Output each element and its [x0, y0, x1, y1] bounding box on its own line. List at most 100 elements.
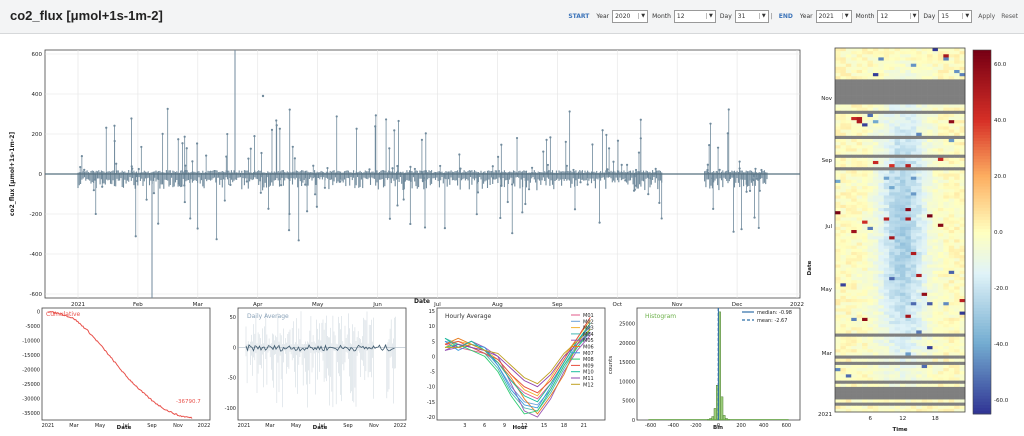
- heatmap-cell: [916, 236, 922, 240]
- heatmap-cell: [835, 211, 841, 215]
- main-data-point: [527, 188, 531, 191]
- heatmap-cell: [932, 349, 939, 353]
- start-month-select[interactable]: 12 ▼: [673, 9, 716, 23]
- heatmap-cell: [845, 223, 852, 228]
- heatmap-cell: [872, 51, 879, 55]
- heatmap-cell: [835, 380, 841, 385]
- heatmap-cell: [840, 179, 847, 184]
- heatmap-cell: [840, 113, 847, 118]
- histogram-xtick-label: -200: [690, 423, 701, 429]
- heatmap-cell: [835, 405, 841, 410]
- heatmap-cell: [900, 270, 906, 275]
- heatmap-cell: [872, 129, 879, 134]
- heatmap-cell: [894, 368, 901, 372]
- heatmap-cell: [856, 48, 863, 52]
- main-data-point: [287, 228, 291, 232]
- heatmap-cell: [905, 186, 912, 190]
- heatmap-cell: [959, 264, 966, 268]
- heatmap-cell: [937, 139, 944, 143]
- heatmap-cell: [845, 164, 852, 168]
- heatmap-cell: [867, 214, 874, 218]
- heatmap-cell: [954, 198, 960, 203]
- heatmap-cell: [910, 54, 917, 58]
- heatmap-cell: [954, 245, 960, 250]
- start-day-select[interactable]: 31 ▼: [734, 9, 769, 23]
- reset-button[interactable]: Reset: [1001, 13, 1018, 20]
- heatmap-cell: [937, 277, 944, 281]
- heatmap-cell: [905, 101, 912, 105]
- apply-button[interactable]: Apply: [978, 13, 995, 20]
- heatmap-cell: [921, 317, 928, 322]
- heatmap-cell: [959, 324, 966, 328]
- heatmap-cell: [872, 402, 879, 407]
- heatmap-cell: [840, 54, 847, 58]
- heatmap-cell: [835, 283, 841, 287]
- heatmap-cell: [872, 160, 879, 165]
- heatmap-cell: [840, 176, 847, 181]
- heatmap-cell: [872, 179, 879, 184]
- heatmap-cell: [932, 308, 939, 312]
- colorbar-segment: [973, 389, 991, 394]
- heatmap-cell: [862, 277, 868, 281]
- heatmap-cell: [840, 217, 847, 221]
- end-day-select[interactable]: 15 ▼: [938, 9, 973, 23]
- heatmap-cell: [927, 242, 933, 246]
- heatmap-cell: [851, 123, 857, 127]
- heatmap-cell: [878, 79, 885, 83]
- heatmap-cell: [835, 69, 841, 74]
- heatmap-cell: [835, 317, 841, 322]
- heatmap-cell: [959, 79, 966, 83]
- heatmap-cell: [910, 220, 917, 225]
- start-year-select[interactable]: 2020 ▼: [612, 9, 649, 23]
- main-data-point: [549, 136, 552, 139]
- heatmap-cell: [927, 295, 933, 300]
- heatmap-cell: [883, 126, 890, 130]
- heatmap-cell: [862, 208, 868, 212]
- heatmap-cell: [927, 195, 933, 199]
- heatmap-cell: [921, 361, 928, 366]
- heatmap-cell: [845, 361, 852, 366]
- heatmap-cell: [905, 82, 912, 86]
- heatmap-cell: [943, 201, 950, 206]
- heatmap-cell: [889, 57, 895, 61]
- end-year-select[interactable]: 2021 ▼: [815, 9, 852, 23]
- heatmap-cell: [835, 311, 841, 316]
- heatmap-cell: [927, 223, 933, 228]
- heatmap-cell: [905, 220, 912, 225]
- heatmap-cell: [894, 280, 901, 284]
- heatmap-cell: [845, 129, 852, 134]
- heatmap-cell: [954, 204, 960, 209]
- heatmap-cell: [910, 95, 917, 99]
- heatmap-cell: [954, 405, 960, 410]
- colorbar-segment: [973, 159, 991, 163]
- heatmap-cell: [948, 317, 955, 322]
- heatmap-cell: [862, 217, 868, 221]
- main-data-point: [439, 164, 442, 168]
- heatmap-cell: [862, 336, 868, 341]
- heatmap-cell: [872, 69, 879, 74]
- heatmap-cell: [862, 179, 868, 184]
- heatmap-cell: [900, 145, 906, 149]
- heatmap-cell: [954, 358, 960, 363]
- heatmap-cell: [878, 308, 885, 312]
- heatmap-cell: [916, 255, 922, 259]
- heatmap-cell: [916, 355, 922, 359]
- colorbar-segment: [973, 122, 991, 127]
- heatmap-cell: [921, 211, 928, 215]
- colorbar-segment: [973, 201, 991, 206]
- heatmap-cell: [927, 182, 933, 187]
- heatmap-cell: [916, 126, 922, 130]
- heatmap-cell: [954, 217, 960, 221]
- heatmap-cell: [835, 104, 841, 108]
- heatmap-cell: [851, 151, 857, 155]
- heatmap-cell: [878, 390, 885, 394]
- heatmap-cell: [835, 98, 841, 102]
- end-month-select[interactable]: 12 ▼: [877, 9, 920, 23]
- heatmap-cell: [900, 255, 906, 259]
- heatmap-cell: [943, 182, 950, 187]
- heatmap-cell: [862, 305, 868, 309]
- heatmap-cell: [910, 186, 917, 190]
- heatmap-cell: [867, 305, 874, 309]
- heatmap-cell: [840, 120, 847, 124]
- page-title: co2_flux [μmol+1s-1m-2]: [10, 8, 163, 23]
